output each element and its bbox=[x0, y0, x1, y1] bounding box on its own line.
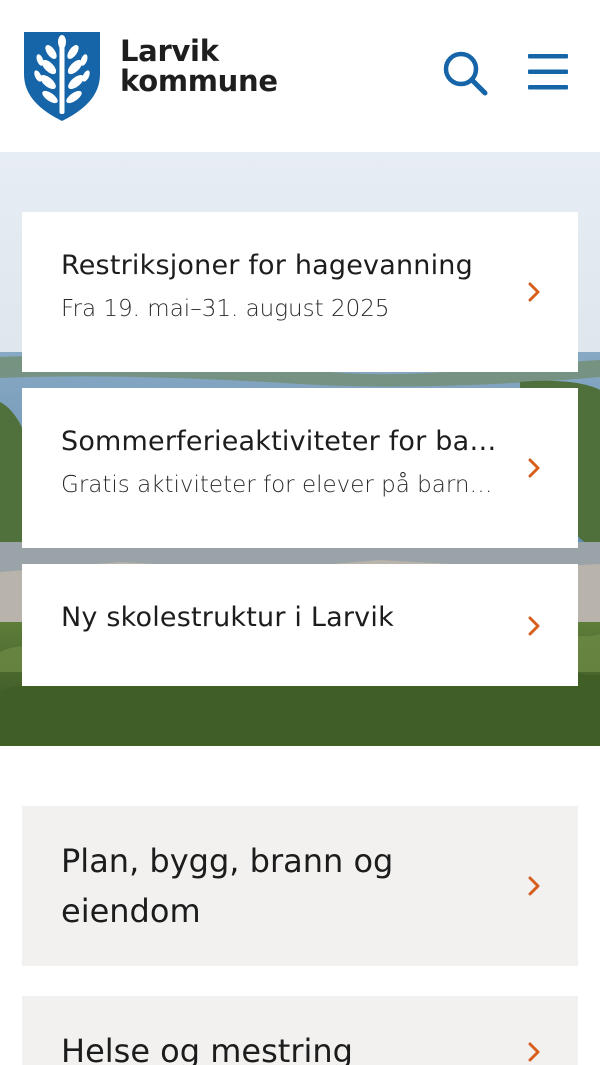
card-subtitle: Fra 19. mai–31. august 2025 bbox=[61, 296, 390, 322]
category-helse[interactable]: Helse og mestring bbox=[22, 996, 578, 1065]
search-icon bbox=[443, 51, 488, 96]
home-logo-link[interactable]: Larvik kommune bbox=[22, 30, 278, 122]
logo-line-2: kommune bbox=[120, 64, 278, 98]
search-button[interactable] bbox=[440, 48, 490, 98]
chevron-right-icon bbox=[528, 282, 540, 302]
chevron-right-icon bbox=[528, 616, 540, 636]
site-header: Larvik kommune bbox=[0, 0, 600, 152]
news-card-sommerferie[interactable]: Sommerferieaktiviteter for barn og unge … bbox=[22, 388, 578, 548]
card-title: Restriksjoner for hagevanning bbox=[61, 250, 473, 281]
category-plan-bygg[interactable]: Plan, bygg, brann og eiendom bbox=[22, 806, 578, 966]
chevron-right-icon bbox=[528, 1042, 540, 1062]
logo-line-1: Larvik bbox=[120, 34, 219, 68]
chevron-right-icon bbox=[528, 876, 540, 896]
chevron-right-icon bbox=[528, 458, 540, 478]
logo-wordmark: Larvik kommune bbox=[120, 36, 278, 96]
card-title: Sommerferieaktiviteter for barn og unge bbox=[61, 426, 503, 457]
news-card-hagevanning[interactable]: Restriksjoner for hagevanning Fra 19. ma… bbox=[22, 212, 578, 372]
tree-shield-icon bbox=[24, 32, 100, 121]
category-title: Plan, bygg, brann og eiendom bbox=[61, 842, 394, 930]
menu-button[interactable] bbox=[526, 52, 570, 92]
hamburger-menu-icon bbox=[528, 54, 568, 90]
card-title: Ny skolestruktur i Larvik bbox=[61, 602, 394, 633]
card-subtitle: Gratis aktiviteter for elever på barnesk… bbox=[61, 472, 503, 498]
news-card-skolestruktur[interactable]: Ny skolestruktur i Larvik bbox=[22, 564, 578, 686]
category-title: Helse og mestring bbox=[61, 1032, 353, 1065]
hero-section: Restriksjoner for hagevanning Fra 19. ma… bbox=[0, 152, 600, 746]
